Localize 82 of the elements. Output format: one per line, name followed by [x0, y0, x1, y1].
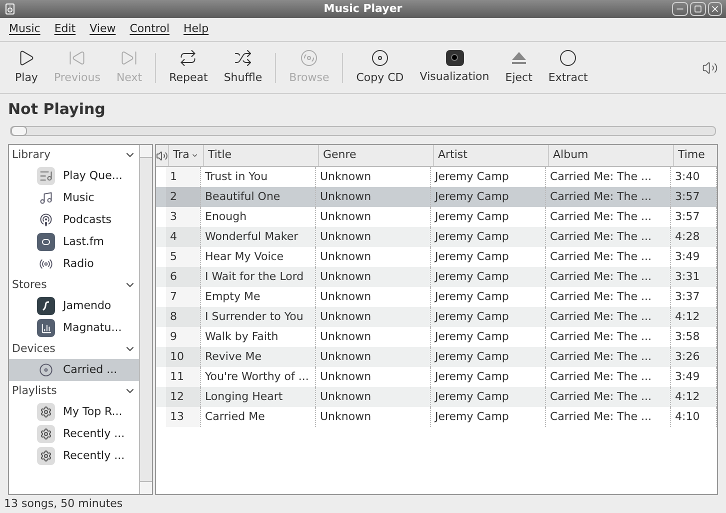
sidebar-section[interactable]: Stores: [9, 275, 139, 295]
discs-icon: [300, 48, 318, 67]
gear-icon: [37, 425, 55, 443]
sidebar-section[interactable]: Library: [9, 145, 139, 165]
table-cell: 6: [166, 267, 201, 287]
sidebar-item[interactable]: Recently ...: [9, 423, 139, 445]
toolbar-button[interactable]: Play: [8, 46, 45, 88]
sidebar-item[interactable]: Carried ...: [9, 359, 139, 381]
menu-item[interactable]: Edit: [49, 21, 81, 38]
table-cell: 2: [166, 187, 201, 207]
toolbar-button[interactable]: Extract: [541, 46, 595, 88]
table-cell: Unknown: [316, 407, 431, 427]
squiggle-icon: [37, 297, 55, 315]
table-row[interactable]: 6 I Wait for the Lord Unknown Jeremy Camp Carried Me: The ... 3:31: [156, 267, 717, 287]
sidebar-item[interactable]: Jamendo: [9, 295, 139, 317]
sidebar-item[interactable]: My Top R...: [9, 401, 139, 423]
sidebar-item[interactable]: Music: [9, 187, 139, 209]
status-text: 13 songs, 50 minutes: [4, 496, 123, 512]
sidebar-section[interactable]: Playlists: [9, 381, 139, 401]
speaker-icon: [156, 150, 168, 162]
close-icon: [710, 4, 720, 14]
menu-item[interactable]: Control: [124, 21, 174, 38]
menu-item[interactable]: View: [84, 21, 121, 38]
table-cell: 1: [166, 167, 201, 187]
table-cell: 5: [166, 247, 201, 267]
table-cell: 8: [166, 307, 201, 327]
column-header[interactable]: Artist: [434, 145, 549, 166]
menu-item[interactable]: Help: [178, 21, 214, 38]
screen-icon: [446, 50, 464, 66]
window-title: Music Player: [322, 0, 404, 17]
previous-icon: [68, 48, 86, 67]
table-cell: Jeremy Camp: [431, 407, 546, 427]
menu-item[interactable]: Music: [4, 21, 46, 38]
gear-icon: [37, 447, 55, 465]
column-header[interactable]: Album: [549, 145, 674, 166]
table-cell: 3: [166, 207, 201, 227]
column-header[interactable]: Title: [204, 145, 319, 166]
table-row[interactable]: 10 Revive Me Unknown Jeremy Camp Carried Me: The ... 3:26: [156, 347, 717, 367]
table-cell: 13: [166, 407, 201, 427]
toolbar-button[interactable]: Repeat: [162, 46, 215, 88]
column-header[interactable]: Genre: [319, 145, 434, 166]
table-row[interactable]: 4 Wonderful Maker Unknown Jeremy Camp Carried Me: The ... 4:28: [156, 227, 717, 247]
table-row[interactable]: 8 I Surrender to You Unknown Jeremy Camp Carried Me: The ... 4:12: [156, 307, 717, 327]
sidebar-section[interactable]: Devices: [9, 339, 139, 359]
toolbar-button[interactable]: Visualization: [412, 48, 496, 88]
maximize-button[interactable]: [690, 2, 706, 16]
now-playing-title: Not Playing: [7, 98, 106, 120]
minimize-button[interactable]: [672, 2, 688, 16]
sidebar-item[interactable]: Play Que...: [9, 165, 139, 187]
column-header[interactable]: Time: [674, 145, 717, 166]
maximize-icon: [694, 5, 702, 13]
table-cell: 7: [166, 287, 201, 307]
gear-icon: [37, 403, 55, 421]
sidebar-item[interactable]: Recently ...: [9, 445, 139, 467]
sidebar-item[interactable]: Podcasts: [9, 209, 139, 231]
table-row[interactable]: 12 Longing Heart Unknown Jeremy Camp Carried Me: The ... 4:12: [156, 387, 717, 407]
sidebar-item[interactable]: Last.fm: [9, 231, 139, 253]
volume-icon[interactable]: [702, 60, 718, 76]
table-cell: 10: [166, 347, 201, 367]
table-row[interactable]: 2 Beautiful One Unknown Jeremy Camp Carried Me: The ... 3:57: [156, 187, 717, 207]
table-cell: Carried Me: The ...: [546, 407, 671, 427]
next-icon: [120, 48, 138, 67]
scrollbar[interactable]: [139, 145, 152, 494]
slider-thumb[interactable]: [11, 126, 27, 136]
sidebar-item[interactable]: Magnatu...: [9, 317, 139, 339]
app-icon: [4, 3, 16, 15]
music-list-icon: [37, 167, 55, 185]
table-cell: 12: [166, 387, 201, 407]
shuffle-icon: [234, 48, 252, 67]
sidebar-item[interactable]: Radio: [9, 253, 139, 275]
toolbar-button[interactable]: Eject: [498, 46, 540, 88]
table-cell: 4:10: [671, 407, 717, 427]
toolbar-button[interactable]: Shuffle: [216, 46, 270, 88]
toolbar-button[interactable]: Copy CD: [349, 46, 411, 88]
table-cell: 4: [166, 227, 201, 247]
column-header[interactable]: Tra: [169, 145, 204, 166]
close-button[interactable]: [708, 2, 722, 16]
position-slider[interactable]: [10, 126, 716, 136]
table-cell: 9: [166, 327, 201, 347]
table-cell: Carried Me: [201, 407, 316, 427]
table-cell: 11: [166, 367, 201, 387]
repeat-icon: [179, 48, 198, 67]
